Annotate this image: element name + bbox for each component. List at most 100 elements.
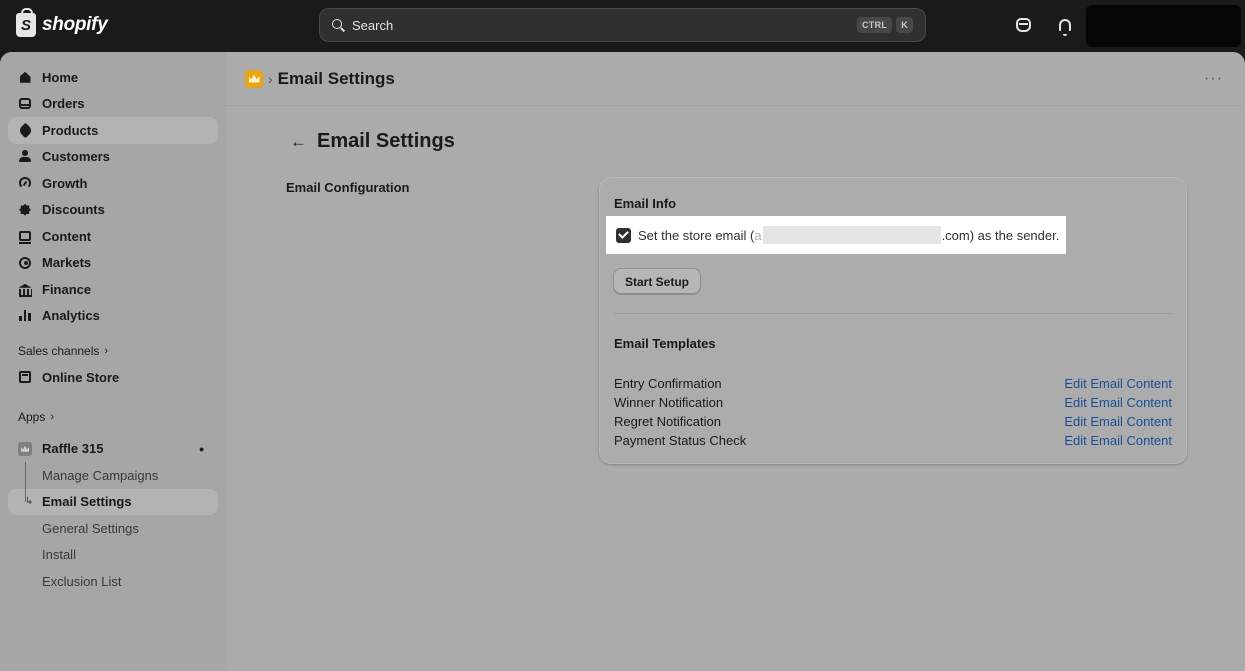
- sidebar-item-orders[interactable]: Orders: [8, 91, 218, 118]
- apps-label: Apps: [18, 409, 46, 424]
- subnav-label: Email Settings: [42, 494, 132, 510]
- shopify-logo[interactable]: S shopify: [16, 8, 108, 38]
- bar-chart-icon: [18, 309, 32, 323]
- sidebar-item-label: Customers: [42, 149, 110, 165]
- search-placeholder: Search: [352, 17, 394, 33]
- globe-icon: [18, 256, 32, 270]
- bell-icon: [1059, 19, 1071, 36]
- brand-name: shopify: [42, 14, 108, 35]
- sales-channels-label: Sales channels: [18, 344, 100, 358]
- subnav-email-settings[interactable]: ↳ Email Settings: [8, 488, 218, 515]
- template-name: Payment Status Check: [614, 433, 747, 448]
- pin-dot-icon: •: [199, 440, 204, 457]
- breadcrumb-separator: ›: [268, 70, 273, 87]
- list-item: Regret Notification Edit Email Content: [614, 412, 1172, 431]
- card-divider: [614, 313, 1172, 314]
- sidebar: Home Orders Products Customers Growth Di…: [0, 52, 226, 671]
- home-icon: [18, 70, 32, 84]
- sidebar-item-customers[interactable]: Customers: [8, 144, 218, 171]
- search-input[interactable]: Search CTRL K: [319, 8, 926, 42]
- sidebar-item-label: Raffle 315: [42, 441, 104, 457]
- sidekick-icon: [1015, 18, 1031, 32]
- subnav-label: Manage Campaigns: [42, 467, 159, 483]
- header-title: Email Settings: [277, 68, 395, 88]
- sidebar-item-label: Growth: [42, 175, 88, 191]
- page-title: Email Settings: [317, 130, 455, 152]
- redacted-email: [762, 226, 941, 244]
- sidekick-button[interactable]: [1013, 15, 1033, 35]
- checkbox-text-prefix: Set the store email (: [638, 227, 755, 243]
- subnav-arrow-icon: ↳: [25, 496, 34, 508]
- template-name: Winner Notification: [614, 395, 724, 410]
- sender-email-checkbox-row[interactable]: Set the store email (a .com) as the sende…: [606, 216, 1066, 254]
- edit-email-content-link[interactable]: Edit Email Content: [1064, 433, 1172, 448]
- notifications-button[interactable]: [1055, 15, 1075, 36]
- search-shortcut: CTRL K: [856, 17, 913, 33]
- bank-icon: [18, 282, 32, 297]
- back-arrow-icon[interactable]: ←: [290, 132, 307, 152]
- list-item: Winner Notification Edit Email Content: [614, 393, 1172, 412]
- shopify-bag-icon: S: [16, 8, 36, 37]
- sidebar-item-label: Markets: [42, 255, 92, 271]
- sales-channels-heading[interactable]: Sales channels ›: [8, 338, 218, 364]
- sidebar-item-markets[interactable]: Markets: [8, 250, 218, 277]
- sidebar-item-label: Content: [42, 228, 92, 244]
- shortcut-ctrl-key: CTRL: [856, 17, 893, 33]
- edit-email-content-link[interactable]: Edit Email Content: [1064, 376, 1172, 391]
- sender-email-checkbox-label: Set the store email (a .com) as the sende…: [638, 226, 1059, 244]
- subnav-exclusion-list[interactable]: Exclusion List: [8, 568, 218, 595]
- orders-icon: [18, 97, 32, 111]
- checkbox-text-suffix: .com) as the sender.: [941, 227, 1060, 243]
- sidebar-item-finance[interactable]: Finance: [8, 276, 218, 303]
- sidebar-item-label: Discounts: [42, 202, 105, 218]
- sidebar-item-products[interactable]: Products: [8, 117, 218, 144]
- subnav-label: General Settings: [42, 520, 139, 536]
- account-menu[interactable]: [1086, 5, 1241, 47]
- sender-email-checkbox[interactable]: [616, 227, 631, 243]
- admin-frame: Home Orders Products Customers Growth Di…: [0, 52, 1245, 671]
- sidebar-item-content[interactable]: Content: [8, 223, 218, 250]
- edit-email-content-link[interactable]: Edit Email Content: [1064, 414, 1172, 429]
- raffle-app-logo-icon[interactable]: [245, 69, 263, 88]
- shortcut-k-key: K: [896, 17, 913, 33]
- subnav-label: Exclusion List: [42, 573, 122, 589]
- discount-badge-icon: [18, 203, 32, 217]
- edit-email-content-link[interactable]: Edit Email Content: [1064, 395, 1172, 410]
- store-icon: [18, 370, 32, 384]
- sidebar-item-label: Online Store: [42, 369, 120, 385]
- sidebar-item-online-store[interactable]: Online Store: [8, 364, 218, 391]
- list-item: Entry Confirmation Edit Email Content: [614, 374, 1172, 393]
- list-item: Payment Status Check Edit Email Content: [614, 431, 1172, 450]
- template-name: Regret Notification: [614, 414, 721, 429]
- template-name: Entry Confirmation: [614, 376, 722, 391]
- subnav-label: Install: [42, 547, 76, 563]
- subnav-general-settings[interactable]: General Settings: [8, 515, 218, 542]
- sidebar-item-label: Analytics: [42, 308, 100, 324]
- sidebar-item-discounts[interactable]: Discounts: [8, 197, 218, 224]
- start-setup-button[interactable]: Start Setup: [613, 268, 702, 295]
- subnav-install[interactable]: Install: [8, 542, 218, 569]
- more-actions-icon[interactable]: ···: [1204, 70, 1223, 88]
- gauge-icon: [18, 176, 32, 190]
- apps-heading[interactable]: Apps ›: [8, 404, 218, 430]
- search-icon: [332, 18, 345, 32]
- person-icon: [18, 150, 32, 164]
- main-content: › Email Settings ··· ← Email Settings Em…: [226, 52, 1245, 671]
- tag-icon: [17, 122, 33, 139]
- raffle-app-icon: [18, 441, 32, 456]
- email-templates-title: Email Templates: [614, 336, 716, 351]
- chevron-right-icon: ›: [50, 410, 55, 423]
- sidebar-item-growth[interactable]: Growth: [8, 170, 218, 197]
- top-bar: S shopify Search CTRL K: [0, 0, 1245, 52]
- email-configuration-label: Email Configuration: [286, 180, 410, 195]
- sidebar-item-label: Products: [42, 122, 99, 138]
- content-icon: [18, 229, 32, 245]
- sidebar-item-raffle-app[interactable]: Raffle 315 •: [8, 436, 218, 463]
- sidebar-item-analytics[interactable]: Analytics: [8, 303, 218, 330]
- sidebar-item-label: Orders: [42, 96, 85, 112]
- app-subnav: Manage Campaigns ↳ Email Settings Genera…: [8, 462, 218, 595]
- sidebar-item-home[interactable]: Home: [8, 64, 218, 91]
- subnav-manage-campaigns[interactable]: Manage Campaigns: [8, 462, 218, 489]
- email-visible-char: a: [754, 227, 762, 243]
- app-header: › Email Settings ···: [226, 52, 1245, 106]
